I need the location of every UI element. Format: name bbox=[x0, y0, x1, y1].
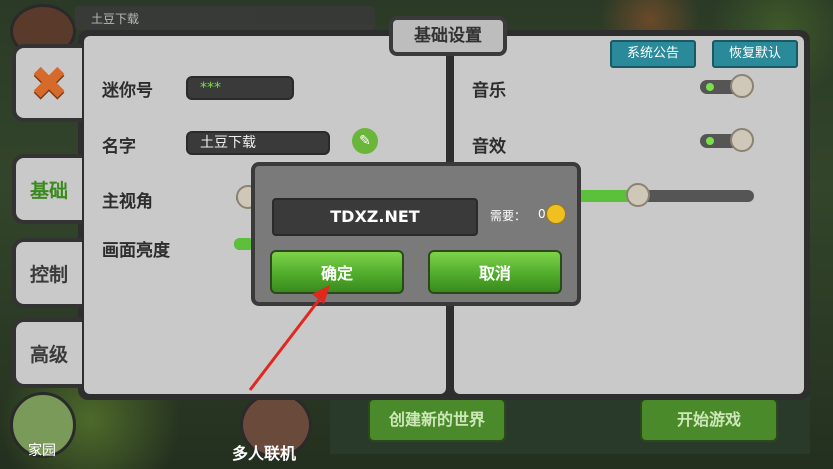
annotation-arrow-icon bbox=[248, 285, 330, 391]
